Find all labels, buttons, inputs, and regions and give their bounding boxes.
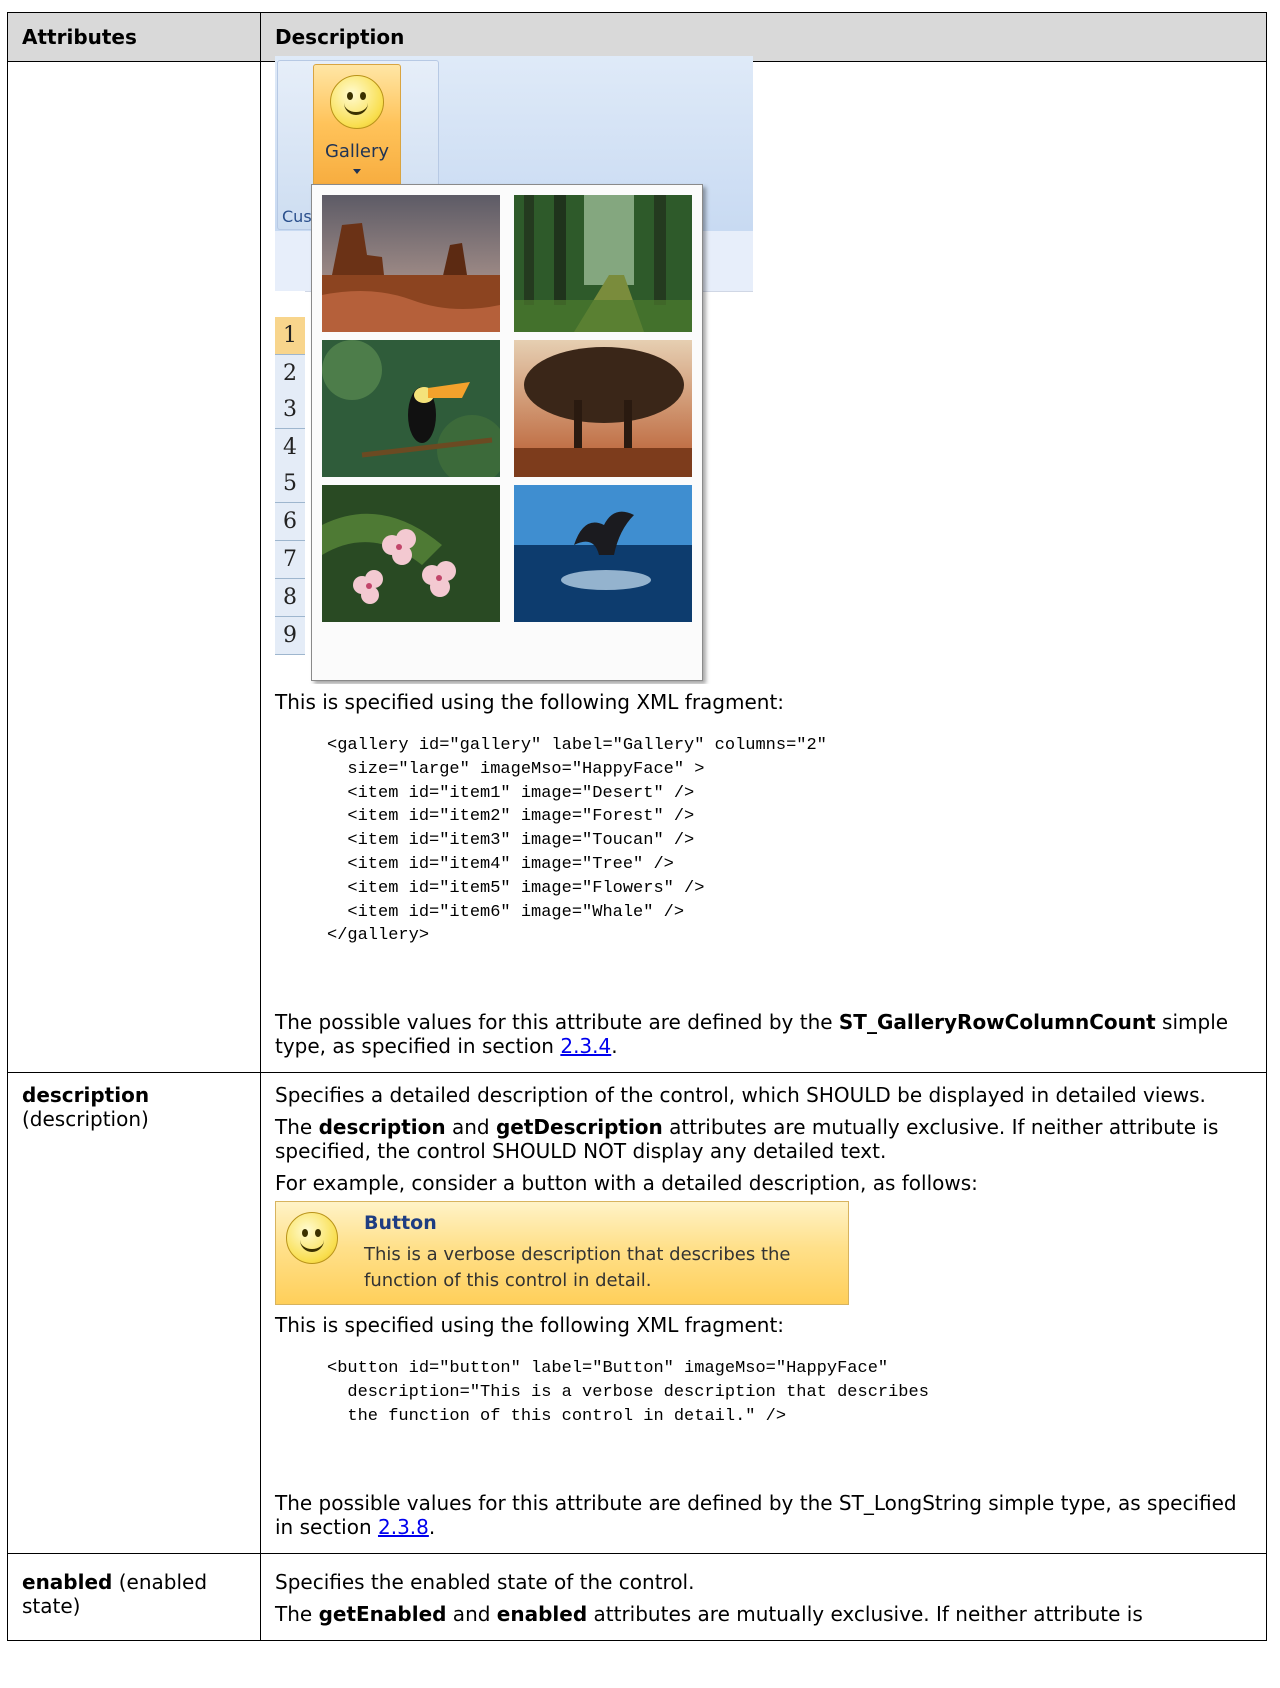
paragraph: The getEnabled and enabled attributes ar… bbox=[275, 1601, 1143, 1626]
gallery-item-forest[interactable] bbox=[514, 195, 692, 332]
gallery-item-whale[interactable] bbox=[514, 485, 692, 622]
ribbon-group-label: Cus bbox=[282, 207, 312, 226]
xml-code-block: <button id="button" label="Button" image… bbox=[327, 1359, 929, 1426]
attributes-table: Attributes Description Cus Gallery 1 2 3… bbox=[7, 12, 1267, 1641]
header-description: Description bbox=[260, 12, 1267, 62]
xml-code-block: <gallery id="gallery" label="Gallery" co… bbox=[327, 736, 827, 946]
button-screenshot[interactable]: Button This is a verbose description tha… bbox=[275, 1201, 849, 1306]
paragraph: For example, consider a button with a de… bbox=[275, 1171, 978, 1196]
attribute-friendly-name: (description) bbox=[22, 1107, 149, 1132]
attribute-name: description bbox=[22, 1083, 150, 1108]
gallery-button-label: Gallery bbox=[324, 141, 390, 162]
xml-intro-text: This is specified using the following XM… bbox=[275, 1313, 785, 1338]
table-row-description: description (description) Specifies a de… bbox=[7, 1072, 1267, 1554]
paragraph: The description and getDescription attri… bbox=[275, 1115, 1219, 1164]
happy-face-icon bbox=[286, 1212, 338, 1265]
row-header: 9 bbox=[275, 617, 305, 655]
possible-values-text: The possible values for this attribute a… bbox=[275, 1010, 1229, 1059]
possible-values-text: The possible values for this attribute a… bbox=[275, 1490, 1237, 1539]
chevron-down-icon bbox=[353, 169, 361, 174]
desc-cell-columns: Cus Gallery 1 2 3 4 5 6 7 8 9 This is sp… bbox=[260, 56, 1267, 1074]
gallery-item-desert[interactable] bbox=[322, 195, 500, 332]
button-title: Button bbox=[364, 1212, 437, 1235]
row-header: 1 bbox=[275, 317, 305, 355]
row-header: 6 bbox=[275, 503, 305, 541]
gallery-dropdown bbox=[311, 184, 703, 681]
paragraph: Specifies a detailed description of the … bbox=[275, 1083, 1206, 1108]
row-header: 7 bbox=[275, 541, 305, 579]
attr-cell-description: description (description) bbox=[7, 1072, 261, 1554]
gallery-item-toucan[interactable] bbox=[322, 340, 500, 477]
gallery-button[interactable]: Gallery bbox=[313, 64, 401, 196]
table-header-row: Attributes Description bbox=[7, 12, 1267, 62]
row-header: 8 bbox=[275, 579, 305, 617]
desc-cell-enabled: Specifies the enabled state of the contr… bbox=[260, 1552, 1267, 1641]
gallery-item-tree[interactable] bbox=[514, 340, 692, 477]
xml-intro-text: This is specified using the following XM… bbox=[275, 690, 785, 714]
gallery-screenshot: Cus Gallery 1 2 3 4 5 6 7 8 9 bbox=[275, 56, 753, 684]
section-link[interactable]: 2.3.8 bbox=[378, 1515, 429, 1539]
attr-cell-empty bbox=[7, 60, 261, 1074]
gallery-item-flowers[interactable] bbox=[322, 485, 500, 622]
row-header: 3 bbox=[275, 391, 305, 429]
section-link[interactable]: 2.3.4 bbox=[560, 1034, 611, 1058]
row-header: 2 bbox=[275, 355, 305, 393]
happy-face-icon bbox=[330, 75, 384, 129]
row-header: 4 bbox=[275, 429, 305, 467]
simple-type-name: ST_GalleryRowColumnCount bbox=[838, 1010, 1156, 1035]
table-row-enabled: enabled (enabled state) Specifies the en… bbox=[7, 1552, 1267, 1641]
attribute-name: enabled bbox=[22, 1569, 113, 1594]
header-attributes: Attributes bbox=[7, 12, 261, 62]
attr-cell-enabled: enabled (enabled state) bbox=[7, 1552, 261, 1641]
paragraph: Specifies the enabled state of the contr… bbox=[275, 1569, 695, 1594]
table-row-columns: Cus Gallery 1 2 3 4 5 6 7 8 9 This is sp… bbox=[7, 56, 1267, 1074]
row-header: 5 bbox=[275, 465, 305, 503]
desc-cell-description: Specifies a detailed description of the … bbox=[260, 1072, 1267, 1554]
button-description: This is a verbose description that descr… bbox=[364, 1244, 791, 1292]
